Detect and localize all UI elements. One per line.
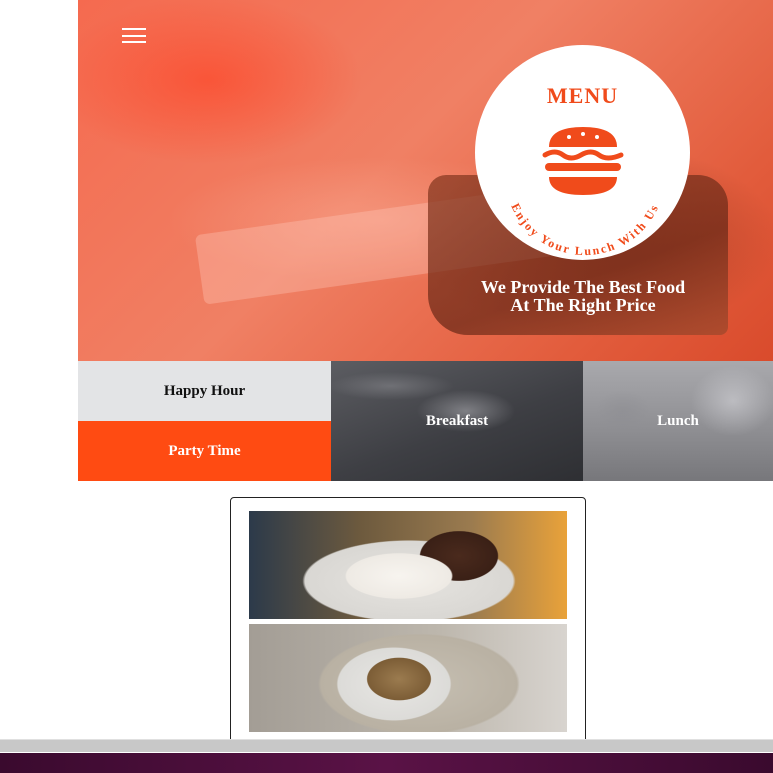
horizontal-scrollbar[interactable] [0,739,773,752]
tile-breakfast-label: Breakfast [425,412,489,429]
tile-lunch[interactable]: Lunch [583,361,773,481]
footer-strip [0,753,773,773]
sponge-cake-photo[interactable] [249,624,567,732]
tile-happy-hour[interactable]: Happy Hour [78,361,331,421]
hero-banner: MENU Enjoy Your Lunch With Us We Provide… [78,0,773,361]
tile-lunch-label: Lunch [657,412,699,429]
tile-party-time[interactable]: Party Time [78,421,331,481]
hamburger-menu-icon[interactable] [122,28,146,43]
badge-curved-text: Enjoy Your Lunch With Us [508,201,661,258]
dessert-gallery [230,497,586,749]
tile-party-time-label: Party Time [168,442,241,459]
svg-text:Enjoy Your Lunch With Us: Enjoy Your Lunch With Us [508,201,661,258]
tagline-line-1: We Provide The Best Food [480,277,686,297]
hero-tagline: We Provide The Best Food At The Right Pr… [448,278,718,314]
tagline-line-2: At The Right Price [510,295,656,315]
tile-happy-hour-label: Happy Hour [163,382,246,399]
chocolate-cake-photo[interactable] [249,511,567,619]
menu-badge: MENU Enjoy Your Lunch With Us [475,45,690,260]
tile-breakfast[interactable]: Breakfast [331,361,583,481]
